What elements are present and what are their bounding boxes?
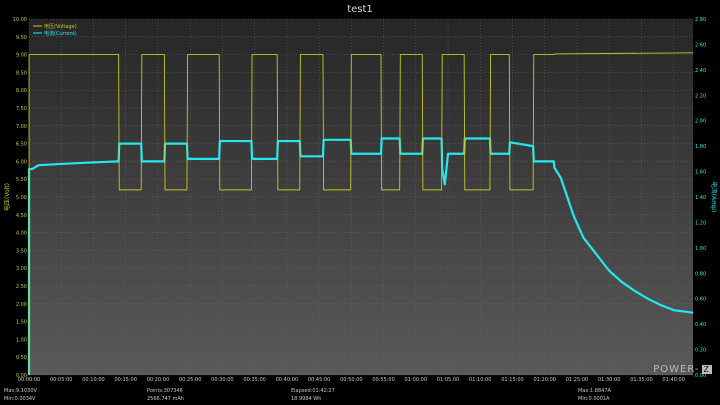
x-tick-label: 00:45:00: [308, 377, 330, 383]
x-tick-label: 01:15:00: [501, 377, 523, 383]
right-tick-label: 1.60: [695, 170, 706, 176]
left-tick-label: 5.50: [16, 177, 27, 183]
right-tick-label: 2.80: [695, 17, 706, 23]
left-tick-label: 6.50: [16, 142, 27, 148]
x-tick-label: 00:50:00: [340, 377, 362, 383]
x-tick-label: 01:25:00: [566, 377, 588, 383]
logo-badge: Z: [701, 365, 712, 374]
chart-title: test1: [347, 4, 373, 15]
left-tick-label: 8.00: [16, 88, 27, 94]
right-tick-label: 2.40: [695, 68, 706, 74]
left-tick-label: 3.50: [16, 248, 27, 254]
x-tick-label: 01:35:00: [630, 377, 652, 383]
x-tick-label: 01:00:00: [405, 377, 427, 383]
left-tick-label: 3.00: [16, 266, 27, 272]
logo-text: POWER-: [653, 364, 700, 375]
left-tick-label: 8.50: [16, 70, 27, 76]
chart-svg: test1 0.000.501.001.502.002.503.003.504.…: [3, 4, 718, 383]
left-tick-label: 10.00: [13, 17, 27, 23]
footer-min-voltage: Min:0.0034V: [4, 396, 36, 402]
right-tick-label: 0.60: [695, 297, 706, 303]
x-tick-label: 00:25:00: [179, 377, 201, 383]
x-tick-label: 01:20:00: [533, 377, 555, 383]
footer-elapsed: Elapsed:01:42:27: [291, 388, 335, 394]
x-tick-label: 01:30:00: [598, 377, 620, 383]
right-tick-label: 1.00: [695, 246, 706, 252]
left-tick-label: 9.00: [16, 53, 27, 59]
left-tick-label: 2.00: [16, 302, 27, 308]
right-tick-label: 2.00: [695, 119, 706, 125]
footer-energy: 18.9984 Wh: [291, 396, 322, 402]
right-tick-label: 0.20: [695, 348, 706, 354]
x-tick-label: 00:15:00: [114, 377, 136, 383]
x-tick-label: 00:35:00: [243, 377, 265, 383]
left-axis-label: 电压(Volt): [3, 183, 11, 211]
right-tick-label: 0.40: [695, 322, 706, 328]
right-tick-label: 0.80: [695, 271, 706, 277]
x-tick-label: 00:00:00: [18, 377, 40, 383]
left-tick-label: 1.50: [16, 320, 27, 326]
footer-max-current: Max:1.8847A: [578, 388, 611, 394]
x-tick-label: 00:40:00: [276, 377, 298, 383]
legend-current-label: 电流(Current): [44, 30, 77, 37]
left-tick-label: 2.50: [16, 284, 27, 290]
right-tick-label: 2.20: [695, 93, 706, 99]
legend-voltage-label: 电压(Voltage): [44, 23, 77, 30]
x-tick-label: 01:05:00: [437, 377, 459, 383]
left-tick-label: 6.00: [16, 159, 27, 165]
footer-min-current: Min:0.0001A: [578, 396, 610, 402]
left-tick-label: 7.50: [16, 106, 27, 112]
right-tick-label: 2.60: [695, 42, 706, 48]
right-tick-label: 1.80: [695, 144, 706, 150]
right-tick-label: 1.40: [695, 195, 706, 201]
left-tick-label: 4.00: [16, 231, 27, 237]
footer-points: Points:307346: [147, 388, 183, 394]
right-axis-label: 电流(Amp): [710, 182, 718, 212]
footer-capacity: 2566.747 mAh: [147, 396, 184, 402]
left-tick-label: 1.00: [16, 337, 27, 343]
left-tick-label: 0.50: [16, 355, 27, 361]
x-tick-label: 00:30:00: [211, 377, 233, 383]
x-axis-ticks: 00:00:00 00:05:00 00:10:00 00:15:00 00:20:00…: [18, 377, 685, 383]
x-tick-label: 00:20:00: [147, 377, 169, 383]
left-axis-ticks: 0.000.501.001.502.002.503.003.504.004.50…: [13, 17, 27, 379]
power-z-logo: POWER- Z: [653, 364, 712, 375]
left-tick-label: 9.50: [16, 35, 27, 41]
right-tick-label: 1.20: [695, 220, 706, 226]
x-tick-label: 00:10:00: [82, 377, 104, 383]
left-tick-label: 7.00: [16, 124, 27, 130]
x-tick-label: 00:55:00: [372, 377, 394, 383]
footer-max-voltage: Max:9.1030V: [4, 388, 37, 394]
x-tick-label: 00:05:00: [50, 377, 72, 383]
x-tick-label: 01:40:00: [662, 377, 684, 383]
left-tick-label: 5.00: [16, 195, 27, 201]
x-tick-label: 01:10:00: [469, 377, 491, 383]
left-tick-label: 4.50: [16, 213, 27, 219]
right-axis-ticks: 0.000.200.400.600.801.001.201.401.601.80…: [695, 17, 706, 379]
